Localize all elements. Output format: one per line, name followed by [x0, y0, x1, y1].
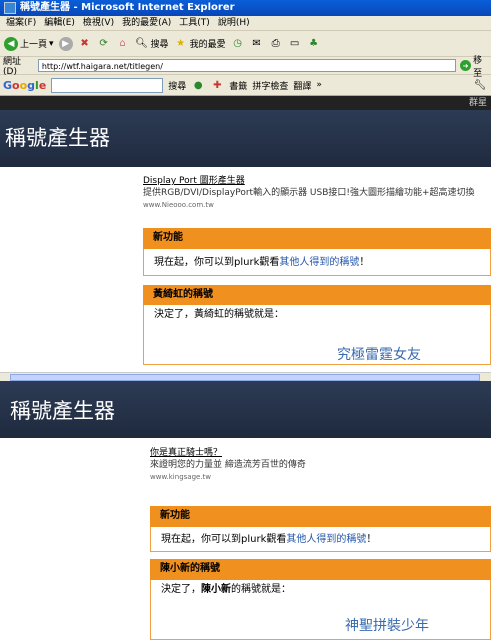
- star-icon: ★: [176, 38, 186, 49]
- magnifier-icon: 🔍︎: [135, 38, 148, 49]
- address-bar: 網址(D) http://wtf.haigara.net/titlegen/ ➜…: [0, 56, 491, 79]
- google-logo: Google: [3, 78, 47, 92]
- ad-block[interactable]: Display Port 圖形產生器 提供RGB/DVI/DisplayPort…: [143, 175, 488, 211]
- others-titles-link[interactable]: 其他人得到的稱號: [279, 257, 359, 268]
- mail-icon[interactable]: ✉: [250, 37, 264, 51]
- result-box-body: 決定了，黃綺虹的稱號就是：: [143, 305, 491, 365]
- history-icon[interactable]: ◷: [231, 37, 245, 51]
- back-button[interactable]: ◀ 上一頁 ▾: [4, 36, 54, 51]
- result-pre-2: 決定了，: [161, 584, 201, 595]
- news-end-2: ！: [366, 534, 377, 545]
- news-end: ！: [359, 257, 370, 268]
- site-title-2: 稱號產生器: [10, 399, 115, 423]
- result-name-2: 陳小新: [201, 584, 231, 595]
- ad-block-2[interactable]: 你是真正騎士嗎？ 來證明您的力量並 締造流芳百世的傳奇 www.kingsage…: [150, 447, 480, 483]
- pagerank-icon: ●: [193, 79, 203, 91]
- edit-icon[interactable]: ▭: [288, 37, 302, 51]
- scrollbar-thumb[interactable]: [10, 374, 480, 381]
- news-box-body: 現在起，你可以到plurk觀看其他人得到的稱號！: [143, 249, 491, 276]
- menu-tools[interactable]: 工具(T): [179, 16, 210, 30]
- favorites-button[interactable]: ★ 我的最愛: [174, 37, 226, 51]
- news-box-header: 新功能: [143, 228, 491, 249]
- news-box-body-2: 現在起，你可以到plurk觀看其他人得到的稱號！: [150, 527, 491, 552]
- title-bar: 稱號產生器 - Microsoft Internet Explorer: [0, 0, 491, 16]
- ie-icon: [4, 2, 16, 14]
- menu-view[interactable]: 檢視(V): [83, 16, 114, 30]
- result-post-2: 的稱號就是：: [231, 584, 291, 595]
- result-text: 決定了，黃綺虹的稱號就是：: [154, 309, 284, 320]
- print-icon[interactable]: ⎙: [269, 37, 283, 51]
- search-button[interactable]: 🔍︎ 搜尋: [135, 37, 168, 51]
- wrench-icon[interactable]: 🔧︎: [473, 78, 487, 92]
- site-top-bar: 群星: [0, 96, 491, 110]
- refresh-icon[interactable]: ⟳: [97, 37, 111, 51]
- horizontal-scrollbar[interactable]: [0, 372, 491, 381]
- google-bookmarks-button[interactable]: 書籤: [229, 79, 247, 92]
- more-chevron-icon[interactable]: »: [316, 80, 322, 90]
- forward-button[interactable]: ▶: [58, 36, 73, 51]
- menu-help[interactable]: 說明(H): [218, 16, 250, 30]
- site-title: 稱號產生器: [5, 126, 110, 150]
- menu-bar: 檔案(F) 編輯(E) 檢視(V) 我的最愛(A) 工具(T) 說明(H): [0, 16, 491, 31]
- google-toolbar: Google 搜尋 ● ✚ 書籤 拼字檢查 翻譯 » 🔧︎: [0, 75, 491, 96]
- site-header: 稱號產生器: [0, 110, 491, 167]
- window-title: 稱號產生器 - Microsoft Internet Explorer: [20, 2, 235, 13]
- news-text-2: 現在起，你可以到plurk觀看: [161, 534, 287, 545]
- ad-title[interactable]: Display Port 圖形產生器: [143, 175, 488, 187]
- google-search-input[interactable]: [51, 77, 164, 93]
- ad-url-2[interactable]: www.kingsage.tw: [150, 471, 480, 483]
- google-translate-button[interactable]: 翻譯: [293, 79, 311, 92]
- stop-icon[interactable]: ✖: [78, 37, 92, 51]
- top-bar-text: 群星: [468, 98, 487, 108]
- go-button[interactable]: ➜ 移至: [460, 53, 491, 79]
- result-box-header: 黃綺虹的稱號: [143, 285, 491, 305]
- toolbar: ◀ 上一頁 ▾ ▶ ✖ ⟳ ⌂ 🔍︎ 搜尋 ★ 我的最愛 ◷ ✉ ⎙ ▭ ♣: [0, 31, 491, 57]
- menu-edit[interactable]: 編輯(E): [44, 16, 75, 30]
- back-arrow-icon: ◀: [4, 36, 18, 51]
- second-screenshot: 稱號產生器 你是真正騎士嗎？ 來證明您的力量並 締造流芳百世的傳奇 www.ki…: [0, 381, 491, 640]
- go-arrow-icon: ➜: [460, 60, 472, 71]
- google-search-button[interactable]: 搜尋: [168, 79, 186, 92]
- menu-file[interactable]: 檔案(F): [6, 16, 36, 30]
- ad-url[interactable]: www.Nieooo.com.tw: [143, 199, 488, 211]
- ad-title-2[interactable]: 你是真正騎士嗎？: [150, 447, 480, 459]
- messenger-icon[interactable]: ♣: [307, 37, 321, 51]
- result-box-header-2: 陳小新的稱號: [150, 559, 491, 580]
- generated-title-2: 神聖拼裝少年: [345, 618, 429, 634]
- address-input[interactable]: http://wtf.haigara.net/titlegen/: [37, 59, 457, 72]
- ad-description: 提供RGB/DVI/DisplayPort輸入的顯示器 USB接口!強大圖形描繪…: [143, 188, 475, 198]
- menu-favorites[interactable]: 我的最愛(A): [122, 16, 171, 30]
- browser-window: 稱號產生器 - Microsoft Internet Explorer 檔案(F…: [0, 0, 491, 381]
- popup-blocker-icon[interactable]: ✚: [210, 78, 224, 92]
- google-spellcheck-button[interactable]: 拼字檢查: [252, 79, 288, 92]
- address-label: 網址(D): [3, 57, 22, 77]
- home-icon[interactable]: ⌂: [116, 37, 130, 51]
- ad-description-2: 來證明您的力量並 締造流芳百世的傳奇: [150, 460, 306, 470]
- result-box-body-2: 決定了，陳小新的稱號就是：: [150, 580, 491, 640]
- generated-title: 究極雷霆女友: [337, 347, 421, 363]
- others-titles-link-2[interactable]: 其他人得到的稱號: [286, 534, 366, 545]
- news-text: 現在起，你可以到plurk觀看: [154, 257, 280, 268]
- site-header-2: 稱號產生器: [0, 381, 491, 438]
- news-box-header-2: 新功能: [150, 506, 491, 527]
